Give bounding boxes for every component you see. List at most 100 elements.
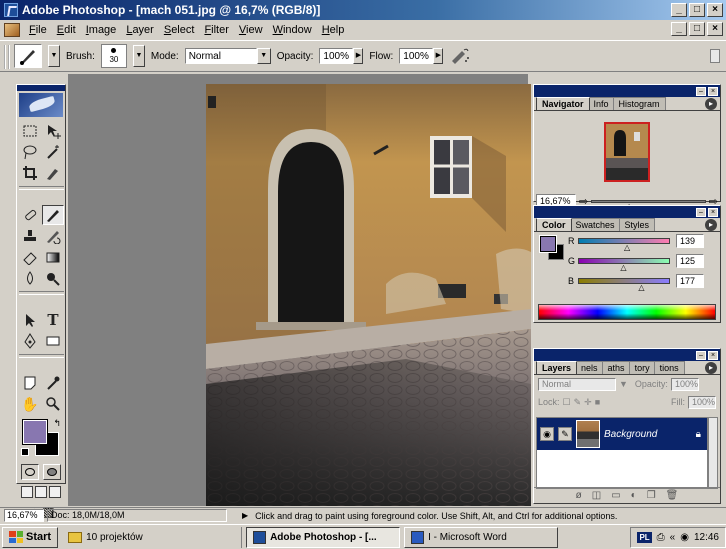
full-screen-menu-mode-button[interactable]	[35, 486, 47, 498]
image-canvas[interactable]	[206, 84, 531, 506]
history-brush-tool-icon[interactable]	[42, 226, 64, 246]
quick-mask-mode-button[interactable]	[43, 464, 61, 480]
doc-minimize-button[interactable]: _	[671, 22, 687, 36]
tab-color[interactable]: Color	[536, 218, 572, 231]
navigator-zoom-slider[interactable]: △	[591, 199, 706, 210]
blend-mode-select[interactable]: Normal	[538, 377, 616, 391]
network-icon[interactable]: ◉	[680, 532, 689, 543]
doc-close-button[interactable]: ×	[707, 22, 723, 36]
palette-menu-icon[interactable]: ▸	[705, 98, 717, 110]
brush-picker[interactable]: 30	[100, 44, 127, 68]
lock-position-icon[interactable]: ✛	[584, 397, 592, 408]
new-layer-icon[interactable]: ❐	[647, 490, 656, 501]
lock-paint-icon[interactable]: ✎	[574, 397, 582, 408]
trash-icon[interactable]: 🗑︎	[666, 490, 679, 501]
palette-close-button[interactable]: ×	[708, 350, 718, 360]
adobe-online-button[interactable]	[19, 93, 63, 117]
menu-filter[interactable]: Filter	[199, 24, 233, 36]
slice-tool-icon[interactable]	[42, 163, 64, 183]
tool-preset-dropdown[interactable]: ▼	[48, 45, 60, 67]
palette-close-button[interactable]: ×	[708, 207, 718, 217]
menu-layer[interactable]: Layer	[121, 24, 159, 36]
printer-icon[interactable]: ⎙	[657, 532, 665, 543]
layer-brush-icon[interactable]: ✎	[558, 427, 572, 441]
layer-row[interactable]: ◉ ✎ Background 🔒︎	[537, 418, 707, 450]
menu-edit[interactable]: Edit	[52, 24, 81, 36]
opacity-field[interactable]: 100% ▶	[319, 48, 364, 64]
tab-swatches[interactable]: Swatches	[569, 218, 621, 231]
options-grip[interactable]	[4, 45, 10, 69]
blue-slider[interactable]: △	[578, 278, 670, 292]
standard-screen-mode-button[interactable]	[21, 486, 33, 498]
hand-tool-icon[interactable]: ✋	[19, 394, 41, 414]
healing-brush-tool-icon[interactable]	[19, 205, 41, 225]
tab-info[interactable]: Info	[587, 97, 615, 110]
status-menu-arrow-icon[interactable]: ▶	[242, 511, 248, 520]
foreground-color-swatch[interactable]	[22, 419, 48, 445]
green-slider-thumb[interactable]: △	[620, 264, 626, 272]
language-indicator[interactable]: PL	[637, 531, 652, 543]
move-tool-icon[interactable]	[42, 121, 64, 141]
crop-tool-icon[interactable]	[19, 163, 41, 183]
close-button[interactable]: ×	[707, 3, 723, 17]
tab-channels[interactable]: nels	[575, 361, 604, 374]
layer-list-scrollbar[interactable]	[708, 417, 718, 489]
tab-histogram[interactable]: Histogram	[612, 97, 666, 110]
color-titlebar[interactable]: – ×	[534, 206, 720, 218]
maximize-button[interactable]: □	[689, 3, 705, 17]
taskbar-photoshop[interactable]: Adobe Photoshop - [...	[246, 526, 401, 548]
blur-tool-icon[interactable]	[19, 268, 41, 288]
lock-transparency-icon[interactable]: ☐	[563, 397, 571, 408]
menu-view[interactable]: View	[234, 24, 268, 36]
palette-minimize-button[interactable]: –	[696, 350, 706, 360]
doc-restore-button[interactable]: □	[689, 22, 705, 36]
palette-menu-icon[interactable]: ▸	[705, 362, 717, 374]
tab-paths[interactable]: aths	[601, 361, 631, 374]
tab-actions[interactable]: tions	[653, 361, 685, 374]
eyedropper-tool-icon[interactable]	[42, 373, 64, 393]
brush-dropdown[interactable]: ▼	[132, 45, 145, 67]
layer-opacity-field[interactable]: 100%	[670, 377, 699, 391]
tool-preset-picker[interactable]	[14, 44, 42, 68]
minimize-button[interactable]: _	[671, 3, 687, 17]
palette-close-button[interactable]: ×	[708, 86, 718, 96]
lock-all-icon[interactable]: ■	[595, 397, 600, 407]
tab-history[interactable]: tory	[628, 361, 656, 374]
rectangle-tool-icon[interactable]	[42, 331, 64, 351]
airbrush-icon[interactable]	[449, 46, 471, 66]
fill-field[interactable]: 100%	[688, 395, 716, 409]
swap-colors-icon[interactable]: ↰	[53, 418, 61, 429]
navigator-thumbnail[interactable]	[604, 122, 650, 182]
zoom-tool-icon[interactable]	[42, 394, 64, 414]
document-icon[interactable]	[4, 22, 20, 37]
blue-value-field[interactable]: 177	[676, 274, 704, 288]
flow-field[interactable]: 100% ▶	[399, 48, 444, 64]
brush-tool-icon[interactable]	[42, 205, 64, 225]
tab-layers[interactable]: Layers	[536, 361, 578, 374]
blue-slider-thumb[interactable]: △	[638, 284, 644, 292]
menu-image[interactable]: Image	[81, 24, 122, 36]
navigator-titlebar[interactable]: – ×	[534, 85, 720, 97]
menu-select[interactable]: Select	[159, 24, 200, 36]
taskbar-word[interactable]: I - Microsoft Word	[404, 526, 559, 548]
red-slider-thumb[interactable]: △	[624, 244, 630, 252]
dodge-tool-icon[interactable]	[42, 268, 64, 288]
eraser-tool-icon[interactable]	[19, 247, 41, 267]
red-value-field[interactable]: 139	[676, 234, 704, 248]
default-colors-icon[interactable]	[21, 448, 29, 456]
clone-stamp-tool-icon[interactable]	[19, 226, 41, 246]
path-selection-tool-icon[interactable]	[19, 310, 41, 330]
magic-wand-tool-icon[interactable]	[42, 142, 64, 162]
palette-menu-icon[interactable]: ▸	[705, 219, 717, 231]
layer-name[interactable]: Background	[604, 429, 657, 440]
menu-file[interactable]: File	[24, 24, 52, 36]
gradient-tool-icon[interactable]	[42, 247, 64, 267]
toolbox-titlebar[interactable]	[17, 85, 65, 91]
green-slider[interactable]: △	[578, 258, 670, 272]
adjustment-layer-icon[interactable]: ◐	[631, 490, 637, 501]
marquee-tool-icon[interactable]	[19, 121, 41, 141]
palette-minimize-button[interactable]: –	[696, 86, 706, 96]
menu-help[interactable]: Help	[317, 24, 350, 36]
palette-well[interactable]	[710, 49, 720, 63]
red-slider[interactable]: △	[578, 238, 670, 252]
